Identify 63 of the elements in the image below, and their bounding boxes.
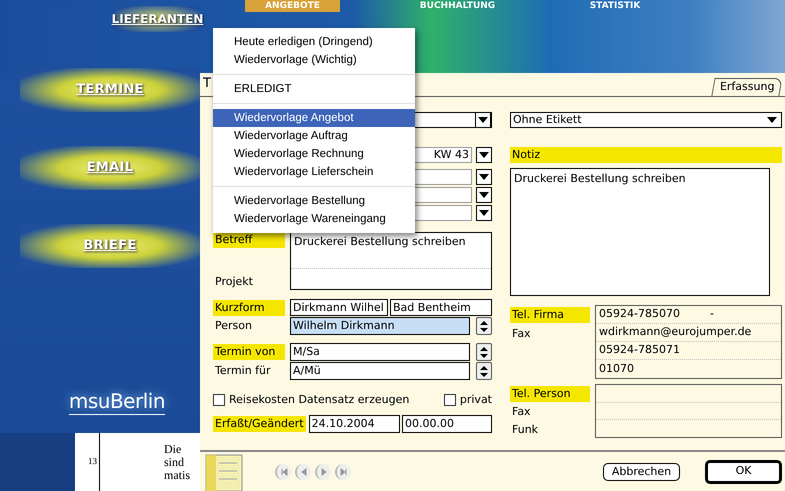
field-label: Betreff xyxy=(213,232,285,248)
field-label: Tel. Person xyxy=(510,386,590,402)
input-field[interactable] xyxy=(412,187,472,203)
short-name-field[interactable]: Dirkmann Wilhel xyxy=(290,299,388,316)
contact-field[interactable]: 05924-785071 xyxy=(599,342,680,359)
menu-item[interactable]: Wiedervorlage Wareneingang xyxy=(213,210,415,228)
document-text: matis xyxy=(164,469,191,482)
field-label: Erfaßt/Geändert xyxy=(213,416,306,432)
stepper-icon[interactable] xyxy=(476,343,492,361)
notepad-icon xyxy=(205,452,245,490)
menu-item[interactable]: Wiedervorlage Auftrag xyxy=(213,127,415,145)
line-number: 13 xyxy=(88,455,98,468)
checkbox-label: Reisekosten Datensatz erzeugen xyxy=(229,392,410,408)
label-dropdown[interactable]: Ohne Etikett xyxy=(510,112,782,128)
person-field[interactable]: Wilhelm Dirkmann xyxy=(290,317,470,335)
tab[interactable]: Erfassung xyxy=(710,78,783,96)
stepper-icon[interactable] xyxy=(476,317,492,335)
record-nav-icon[interactable] xyxy=(335,464,351,480)
date-field[interactable]: 24.10.2004 xyxy=(308,414,400,432)
menu-item[interactable]: Heute erledigen (Dringend) xyxy=(213,33,415,51)
stepper-icon[interactable] xyxy=(476,362,492,380)
logo: msuBerlin xyxy=(68,388,165,415)
menu-item[interactable]: Wiedervorlage Lieferschein xyxy=(213,163,415,181)
menu-item[interactable]: ERLEDIGT xyxy=(213,80,415,98)
menu-item[interactable]: Wiedervorlage Angebot xyxy=(213,109,415,127)
record-nav-icon[interactable] xyxy=(295,464,311,480)
cancel-button[interactable]: Abbrechen xyxy=(603,462,680,480)
time-field[interactable]: 00.00.00 xyxy=(402,414,492,432)
field-label: Fax xyxy=(511,326,532,342)
checkbox[interactable] xyxy=(444,394,456,406)
nav-button[interactable]: STATISTIK xyxy=(560,0,670,12)
menu-item[interactable]: Wiedervorlage (Wichtig) xyxy=(213,51,415,69)
appointment-for-field[interactable]: A/Mü xyxy=(290,362,470,380)
input-field[interactable] xyxy=(412,169,472,185)
menu-item[interactable]: Wiedervorlage Bestellung xyxy=(213,192,415,210)
field-label: Fax xyxy=(511,404,532,420)
field-label: Funk xyxy=(511,422,540,438)
city-field[interactable]: Bad Bentheim xyxy=(390,299,492,316)
field-label: Person xyxy=(214,318,253,334)
dropdown-arrow-icon xyxy=(767,117,777,123)
contact-field[interactable]: wdirkmann@eurojumper.de xyxy=(599,324,752,341)
checkbox[interactable] xyxy=(213,394,225,406)
field-label: Termin für xyxy=(214,363,272,379)
record-nav-icon[interactable] xyxy=(315,464,331,480)
field-label: Notiz xyxy=(510,147,782,163)
document-text: Die xyxy=(164,443,182,456)
note-field[interactable]: Druckerei Bestellung schreiben xyxy=(510,168,770,296)
contact-field[interactable]: 01070 xyxy=(599,360,634,378)
field-label: Tel. Firma xyxy=(510,307,590,323)
document-text: sind xyxy=(164,456,186,469)
appointment-from-field[interactable]: M/Sa xyxy=(290,343,470,361)
field-label: Kurzform xyxy=(213,300,285,316)
menu-item[interactable]: Wiedervorlage Rechnung xyxy=(213,145,415,163)
input-field[interactable] xyxy=(412,205,472,221)
window-title: T xyxy=(203,74,211,92)
field-label: Termin von xyxy=(213,344,285,360)
field-label: Projekt xyxy=(214,274,254,290)
week-field[interactable]: KW 43 xyxy=(414,147,472,163)
contact-field[interactable]: 05924-785070 xyxy=(599,306,680,323)
contact-field-suffix: - xyxy=(710,306,714,322)
ok-button[interactable]: OK xyxy=(705,460,782,484)
checkbox-label: privat xyxy=(460,392,492,408)
record-nav-icon[interactable] xyxy=(275,464,291,480)
